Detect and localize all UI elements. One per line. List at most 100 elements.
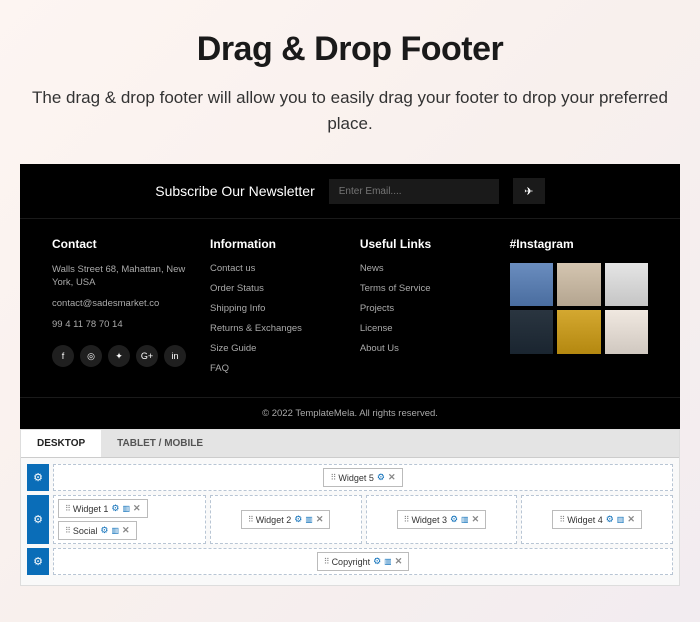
- columns-icon[interactable]: ▥: [461, 515, 469, 524]
- instagram-heading: #Instagram: [510, 237, 648, 251]
- linkedin-icon[interactable]: in: [164, 345, 186, 367]
- gear-icon[interactable]: ⚙: [450, 514, 458, 525]
- newsletter-email-input[interactable]: [329, 179, 499, 204]
- footer-builder: DESKTOP TABLET / MOBILE ⚙ ⠿ Widget 5 ⚙ ✕…: [20, 429, 680, 586]
- gear-icon[interactable]: ⚙: [100, 525, 108, 536]
- gear-icon[interactable]: ⚙: [373, 556, 381, 567]
- row-settings-button[interactable]: ⚙: [27, 495, 49, 544]
- gear-icon[interactable]: ⚙: [294, 514, 302, 525]
- widget-label: Social: [73, 526, 98, 536]
- newsletter-submit-button[interactable]: ✈: [513, 178, 545, 204]
- useful-heading: Useful Links: [360, 237, 486, 251]
- gear-icon[interactable]: ⚙: [377, 472, 385, 483]
- info-link[interactable]: FAQ: [210, 363, 336, 374]
- gear-icon[interactable]: ⚙: [111, 503, 119, 514]
- drop-cell[interactable]: ⠿ Widget 5 ⚙ ✕: [53, 464, 673, 491]
- builder-row: ⚙ ⠿ Widget 5 ⚙ ✕: [27, 464, 673, 491]
- widget-chip-5[interactable]: ⠿ Widget 5 ⚙ ✕: [323, 468, 402, 487]
- facebook-icon[interactable]: f: [52, 345, 74, 367]
- instagram-thumb[interactable]: [510, 263, 553, 306]
- widget-label: Widget 3: [411, 515, 447, 525]
- tab-tablet-mobile[interactable]: TABLET / MOBILE: [101, 430, 219, 457]
- widget-chip-4[interactable]: ⠿ Widget 4 ⚙ ▥ ✕: [552, 510, 642, 529]
- drop-cell[interactable]: ⠿ Widget 3 ⚙ ▥ ✕: [366, 495, 518, 544]
- info-link[interactable]: Contact us: [210, 263, 336, 274]
- builder-row: ⚙ ⠿ Copyright ⚙ ▥ ✕: [27, 548, 673, 575]
- row-settings-button[interactable]: ⚙: [27, 548, 49, 575]
- newsletter-title: Subscribe Our Newsletter: [155, 183, 315, 199]
- drag-handle-icon: ⠿: [330, 473, 335, 482]
- information-heading: Information: [210, 237, 336, 251]
- footer-col-instagram: #Instagram: [510, 237, 648, 383]
- drop-cell[interactable]: ⠿ Widget 1 ⚙ ▥ ✕ ⠿ Social ⚙ ▥ ✕: [53, 495, 206, 544]
- widget-chip-copyright[interactable]: ⠿ Copyright ⚙ ▥ ✕: [317, 552, 410, 571]
- widget-chip-2[interactable]: ⠿ Widget 2 ⚙ ▥ ✕: [241, 510, 331, 529]
- widget-label: Widget 4: [567, 515, 603, 525]
- widget-chip-social[interactable]: ⠿ Social ⚙ ▥ ✕: [58, 521, 137, 540]
- columns-icon[interactable]: ▥: [122, 504, 130, 513]
- columns-icon[interactable]: ▥: [617, 515, 625, 524]
- columns-icon[interactable]: ▥: [384, 557, 392, 566]
- close-icon[interactable]: ✕: [395, 556, 403, 567]
- copyright-text: © 2022 TemplateMela. All rights reserved…: [20, 397, 680, 429]
- contact-phone: 99 4 11 78 70 14: [52, 318, 186, 331]
- gear-icon: ⚙: [33, 513, 43, 526]
- columns-icon[interactable]: ▥: [305, 515, 313, 524]
- instagram-thumb[interactable]: [605, 310, 648, 353]
- widget-label: Widget 2: [256, 515, 292, 525]
- contact-heading: Contact: [52, 237, 186, 251]
- gear-icon: ⚙: [33, 471, 43, 484]
- tab-desktop[interactable]: DESKTOP: [21, 430, 101, 457]
- instagram-thumb[interactable]: [605, 263, 648, 306]
- info-link[interactable]: Returns & Exchanges: [210, 323, 336, 334]
- drag-handle-icon: ⠿: [559, 515, 564, 524]
- info-link[interactable]: Shipping Info: [210, 303, 336, 314]
- page-title: Drag & Drop Footer: [20, 30, 680, 69]
- close-icon[interactable]: ✕: [627, 514, 635, 525]
- useful-link[interactable]: License: [360, 323, 486, 334]
- instagram-icon[interactable]: ◎: [80, 345, 102, 367]
- footer-preview: Subscribe Our Newsletter ✈ Contact Walls…: [20, 164, 680, 429]
- twitter-icon[interactable]: ✦: [108, 345, 130, 367]
- footer-col-information: Information Contact us Order Status Ship…: [210, 237, 336, 383]
- drag-handle-icon: ⠿: [65, 526, 70, 535]
- useful-link[interactable]: Projects: [360, 303, 486, 314]
- close-icon[interactable]: ✕: [316, 514, 324, 525]
- widget-chip-3[interactable]: ⠿ Widget 3 ⚙ ▥ ✕: [397, 510, 487, 529]
- paper-plane-icon: ✈: [524, 186, 533, 198]
- widget-chip-1[interactable]: ⠿ Widget 1 ⚙ ▥ ✕: [58, 499, 148, 518]
- instagram-thumb[interactable]: [557, 310, 600, 353]
- drag-handle-icon: ⠿: [404, 515, 409, 524]
- close-icon[interactable]: ✕: [388, 472, 396, 483]
- drop-cell[interactable]: ⠿ Widget 2 ⚙ ▥ ✕: [210, 495, 362, 544]
- info-link[interactable]: Order Status: [210, 283, 336, 294]
- builder-row: ⚙ ⠿ Widget 1 ⚙ ▥ ✕ ⠿ Social ⚙: [27, 495, 673, 544]
- footer-col-contact: Contact Walls Street 68, Mahattan, New Y…: [52, 237, 186, 383]
- useful-link[interactable]: Terms of Service: [360, 283, 486, 294]
- drag-handle-icon: ⠿: [324, 557, 329, 566]
- useful-link[interactable]: News: [360, 263, 486, 274]
- drag-handle-icon: ⠿: [248, 515, 253, 524]
- columns-icon[interactable]: ▥: [111, 526, 119, 535]
- row-settings-button[interactable]: ⚙: [27, 464, 49, 491]
- gear-icon: ⚙: [33, 555, 43, 568]
- close-icon[interactable]: ✕: [133, 503, 141, 514]
- instagram-thumb[interactable]: [557, 263, 600, 306]
- contact-address: Walls Street 68, Mahattan, New York, USA: [52, 263, 186, 290]
- drag-handle-icon: ⠿: [65, 504, 70, 513]
- page-subtitle: The drag & drop footer will allow you to…: [20, 85, 680, 136]
- close-icon[interactable]: ✕: [122, 525, 130, 536]
- builder-tabs: DESKTOP TABLET / MOBILE: [21, 430, 679, 458]
- gear-icon[interactable]: ⚙: [606, 514, 614, 525]
- googleplus-icon[interactable]: G+: [136, 345, 158, 367]
- useful-link[interactable]: About Us: [360, 343, 486, 354]
- drop-cell[interactable]: ⠿ Widget 4 ⚙ ▥ ✕: [521, 495, 673, 544]
- info-link[interactable]: Size Guide: [210, 343, 336, 354]
- widget-label: Widget 5: [338, 473, 374, 483]
- close-icon[interactable]: ✕: [472, 514, 480, 525]
- instagram-thumb[interactable]: [510, 310, 553, 353]
- footer-col-useful: Useful Links News Terms of Service Proje…: [360, 237, 486, 383]
- contact-email: contact@sadesmarket.co: [52, 297, 186, 310]
- drop-cell[interactable]: ⠿ Copyright ⚙ ▥ ✕: [53, 548, 673, 575]
- newsletter-bar: Subscribe Our Newsletter ✈: [20, 164, 680, 219]
